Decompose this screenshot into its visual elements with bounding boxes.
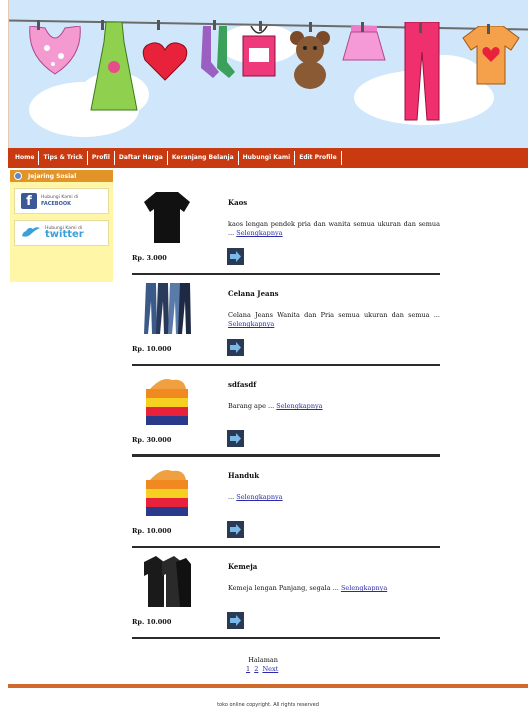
product-desc-text: ... bbox=[228, 493, 235, 501]
read-more-link[interactable]: Selengkapnya bbox=[341, 584, 387, 592]
sidebar-header: Jejaring Sosial bbox=[10, 170, 113, 182]
product-description: Celana Jeans Wanita dan Pria semua ukura… bbox=[228, 311, 440, 329]
twitter-brand: twitter bbox=[45, 229, 84, 240]
nav-item-tips[interactable]: Tips & Trick bbox=[39, 151, 88, 165]
product-description: kaos lengan pendek pria dan wanita semua… bbox=[228, 220, 440, 238]
page-link-1[interactable]: 1 bbox=[246, 665, 250, 673]
bib-icon bbox=[29, 26, 81, 75]
product-desc-text: Barang ape ... bbox=[228, 402, 275, 410]
product-item: Rp. 3.000 Kaos kaos lengan pendek pria d… bbox=[132, 184, 440, 275]
facebook-line1: Hubungi Kami di bbox=[41, 194, 79, 200]
nav-item-edit-profile[interactable]: Edit Profile bbox=[295, 151, 342, 165]
nav-item-daftar-harga[interactable]: Daftar Harga bbox=[115, 151, 168, 165]
page-link-2[interactable]: 2 bbox=[254, 665, 258, 673]
product-description: ... Selengkapnya bbox=[228, 493, 440, 502]
product-title: Handuk bbox=[228, 471, 260, 480]
jeans-image bbox=[144, 283, 191, 334]
product-list: Rp. 3.000 Kaos kaos lengan pendek pria d… bbox=[132, 184, 440, 639]
product-item: Rp. 10.000 Celana Jeans Celana Jeans Wan… bbox=[132, 275, 440, 366]
page: Home Tips & Trick Profil Daftar Harga Ke… bbox=[8, 0, 528, 716]
globe-icon bbox=[14, 172, 22, 180]
folded-towels-image bbox=[146, 379, 188, 425]
sidebar: Jejaring Sosial f Hubungi Kami di FACEBO… bbox=[10, 170, 113, 282]
product-item: Rp. 30.000 sdfasdf Barang ape ... Seleng… bbox=[132, 366, 440, 457]
read-more-link[interactable]: Selengkapnya bbox=[236, 493, 282, 501]
folded-towels-image bbox=[146, 470, 188, 516]
product-item: Rp. 10.000 Kemeja Kemeja lengan Panjang,… bbox=[132, 548, 440, 639]
product-price: Rp. 3.000 bbox=[132, 254, 167, 262]
twitter-text: Hubungi Kami di twitter bbox=[45, 226, 84, 240]
sidebar-title: Jejaring Sosial bbox=[28, 172, 77, 180]
product-price: Rp. 10.000 bbox=[132, 618, 172, 626]
read-more-link[interactable]: Selengkapnya bbox=[228, 320, 274, 328]
facebook-link[interactable]: f Hubungi Kami di FACEBOOK bbox=[14, 188, 109, 214]
nav-item-hubungi[interactable]: Hubungi Kami bbox=[239, 151, 296, 165]
arrow-right-icon[interactable] bbox=[227, 612, 244, 629]
product-description: Kemeja lengan Panjang, segala ... Seleng… bbox=[228, 584, 440, 593]
arrow-right-icon[interactable] bbox=[227, 521, 244, 538]
product-price: Rp. 30.000 bbox=[132, 436, 172, 444]
footer-copyright: toko online copyright. All rights reserv… bbox=[217, 702, 319, 708]
product-title: Kaos bbox=[228, 198, 248, 207]
footer-divider bbox=[8, 684, 528, 688]
next-page-link[interactable]: Next bbox=[262, 665, 278, 673]
tshirt-icon bbox=[462, 26, 520, 85]
heart-pillow-icon bbox=[142, 42, 188, 81]
arrow-right-icon[interactable] bbox=[227, 339, 244, 356]
product-description: Barang ape ... Selengkapnya bbox=[228, 402, 440, 411]
header-banner bbox=[8, 0, 528, 148]
twitter-bird-icon bbox=[22, 227, 40, 237]
pagination-label: Halaman bbox=[248, 656, 278, 664]
pants-icon bbox=[404, 22, 440, 121]
product-title: sdfasdf bbox=[228, 380, 257, 389]
nav-item-home[interactable]: Home bbox=[11, 151, 40, 165]
product-title: Kemeja bbox=[228, 562, 258, 571]
black-shirts-image bbox=[144, 556, 191, 607]
bag-icon bbox=[242, 26, 276, 77]
dress-icon bbox=[90, 22, 138, 111]
read-more-link[interactable]: Selengkapnya bbox=[236, 229, 282, 237]
arrow-right-icon[interactable] bbox=[227, 430, 244, 447]
main-nav: Home Tips & Trick Profil Daftar Harga Ke… bbox=[8, 148, 528, 168]
pagination: Halaman 1 2 Next bbox=[246, 656, 280, 674]
nav-item-profil[interactable]: Profil bbox=[88, 151, 115, 165]
product-price: Rp. 10.000 bbox=[132, 527, 172, 535]
arrow-right-icon[interactable] bbox=[227, 248, 244, 265]
facebook-icon: f bbox=[21, 193, 37, 209]
nav-item-keranjang[interactable]: Keranjang Belanja bbox=[168, 151, 239, 165]
product-item: Rp. 10.000 Handuk ... Selengkapnya bbox=[132, 457, 440, 548]
read-more-link[interactable]: Selengkapnya bbox=[276, 402, 322, 410]
product-price: Rp. 10.000 bbox=[132, 345, 172, 353]
twitter-link[interactable]: Hubungi Kami di twitter bbox=[14, 220, 109, 246]
socks-icon bbox=[201, 26, 235, 78]
teddy-bear-icon bbox=[290, 31, 330, 89]
facebook-line2: FACEBOOK bbox=[41, 200, 71, 207]
product-desc-text: Kemeja lengan Panjang, segala ... bbox=[228, 584, 339, 592]
skirt-icon bbox=[342, 26, 386, 61]
black-tshirt-image bbox=[144, 192, 190, 243]
product-desc-text: Celana Jeans Wanita dan Pria semua ukura… bbox=[228, 311, 440, 319]
product-title: Celana Jeans bbox=[228, 289, 279, 298]
facebook-text: Hubungi Kami di FACEBOOK bbox=[41, 195, 78, 208]
